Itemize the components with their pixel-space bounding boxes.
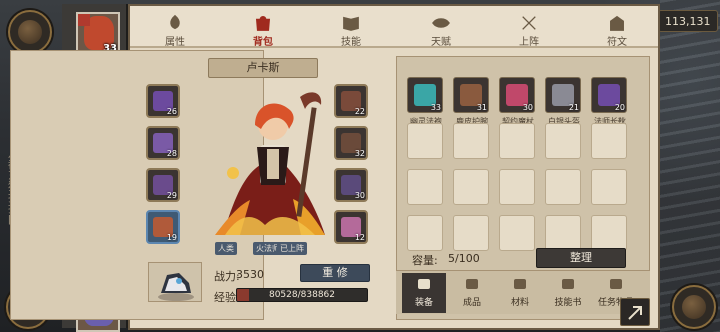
pet-icon — [158, 273, 194, 301]
item-level: 30 — [522, 103, 533, 112]
inventory-slot-empty[interactable] — [545, 123, 581, 159]
exp-value: 80528/838862 — [268, 290, 336, 300]
inventory-slot-empty[interactable] — [453, 123, 489, 159]
equipment-level: 12 — [354, 233, 365, 242]
sort-button[interactable]: 整理 — [536, 248, 626, 268]
inventory-item[interactable]: 21 白银头盔 — [545, 77, 581, 126]
tab-label: 技能 — [341, 37, 361, 48]
gold-counter: 113,131 — [658, 10, 718, 32]
category-bar: 装备 成品 材料 技能书 任务物品 — [396, 270, 650, 314]
inventory-item[interactable]: 20 法师长靴 — [591, 77, 627, 126]
tab-bag[interactable]: 背包 — [238, 14, 288, 48]
capacity-value: 5/100 — [448, 252, 480, 265]
scroll-icon — [562, 279, 574, 289]
inventory-slot-empty[interactable] — [499, 123, 535, 159]
hero-tag: 人类 — [215, 242, 237, 255]
inventory-slot-empty[interactable] — [499, 169, 535, 205]
inventory-item[interactable]: 33 幽灵法袍 — [407, 77, 443, 126]
shirt-icon — [466, 279, 478, 289]
inventory-slot-empty[interactable] — [499, 215, 535, 251]
bag-icon — [255, 16, 271, 31]
equipment-slot[interactable]: 30 — [334, 168, 368, 202]
category-scroll[interactable]: 技能书 — [546, 273, 590, 313]
equipment-level: 22 — [354, 107, 365, 116]
eye-icon — [432, 18, 450, 28]
tab-eye[interactable]: 天赋 — [416, 14, 466, 48]
tab-swords[interactable]: 上阵 — [504, 14, 554, 48]
category-sack[interactable]: 材料 — [498, 273, 542, 313]
inventory-slot-empty[interactable] — [591, 169, 627, 205]
equipment-slot[interactable]: 19 — [146, 210, 180, 244]
tab-flame[interactable]: 属性 — [150, 14, 200, 48]
hero-tag: 已上阵 — [277, 242, 307, 255]
action-button[interactable] — [672, 285, 716, 329]
category-label: 装备 — [414, 298, 433, 308]
exp-bar: 80528/838862 — [236, 288, 368, 302]
book-icon — [343, 16, 359, 31]
equipment-level: 32 — [354, 149, 365, 158]
hero-name: 卢卡斯 — [208, 58, 318, 78]
equipment-level: 19 — [166, 233, 177, 242]
inventory-slot-empty[interactable] — [453, 215, 489, 251]
pet-slot[interactable] — [148, 262, 202, 302]
sack-icon — [514, 279, 526, 289]
tab-label: 上阵 — [519, 37, 539, 48]
capacity-label: 容量: — [412, 254, 438, 267]
inventory-slot-empty[interactable] — [545, 215, 581, 251]
equipment-level: 28 — [166, 149, 177, 158]
equipment-level: 29 — [166, 191, 177, 200]
inventory-item[interactable]: 31 鹿皮护腕 — [453, 77, 489, 126]
anvil-icon — [418, 279, 430, 289]
category-label: 成品 — [462, 298, 481, 308]
inventory-slot-empty[interactable] — [591, 123, 627, 159]
category-label: 材料 — [510, 298, 529, 308]
tab-book[interactable]: 技能 — [326, 14, 376, 48]
tab-label: 天赋 — [431, 37, 451, 48]
equipment-slot[interactable]: 32 — [334, 126, 368, 160]
power-value: 3530 — [236, 268, 264, 281]
chest-icon — [610, 279, 622, 289]
category-shirt[interactable]: 成品 — [450, 273, 494, 313]
item-level: 33 — [430, 103, 441, 112]
flame-icon — [170, 14, 180, 30]
menu-avatar-button[interactable] — [8, 10, 52, 54]
category-label: 技能书 — [554, 298, 582, 308]
hero-portrait — [215, 92, 325, 235]
back-button[interactable] — [620, 298, 650, 326]
item-level: 21 — [568, 103, 579, 112]
tab-label: 背包 — [253, 37, 273, 48]
swords-icon — [522, 16, 536, 30]
category-anvil[interactable]: 装备 — [402, 273, 446, 313]
equipment-slot[interactable]: 22 — [334, 84, 368, 118]
inventory-slot-empty[interactable] — [407, 215, 443, 251]
equipment-slot[interactable]: 28 — [146, 126, 180, 160]
arrow-back-icon — [628, 306, 642, 320]
equipment-slot[interactable]: 29 — [146, 168, 180, 202]
equipment-slot[interactable]: 12 — [334, 210, 368, 244]
item-level: 31 — [476, 103, 487, 112]
equipment-slot[interactable]: 26 — [146, 84, 180, 118]
equipment-level: 30 — [354, 191, 365, 200]
tab-shrine[interactable]: 符文 — [592, 14, 642, 48]
reset-button[interactable]: 重 修 — [300, 264, 370, 282]
shrine-icon — [610, 15, 624, 31]
inventory-slot-empty[interactable] — [591, 215, 627, 251]
tab-label: 属性 — [165, 37, 185, 48]
item-level: 20 — [614, 103, 625, 112]
tab-label: 符文 — [607, 37, 627, 48]
equipment-level: 26 — [166, 107, 177, 116]
inventory-slot-empty[interactable] — [453, 169, 489, 205]
lock-badge — [78, 14, 90, 26]
inventory-item[interactable]: 30 契约魔杖 — [499, 77, 535, 126]
inventory-slot-empty[interactable] — [407, 169, 443, 205]
inventory-slot-empty[interactable] — [545, 169, 581, 205]
inventory-slot-empty[interactable] — [407, 123, 443, 159]
tab-bar: 属性 背包 技能 天赋 上阵 符文 — [130, 6, 658, 48]
